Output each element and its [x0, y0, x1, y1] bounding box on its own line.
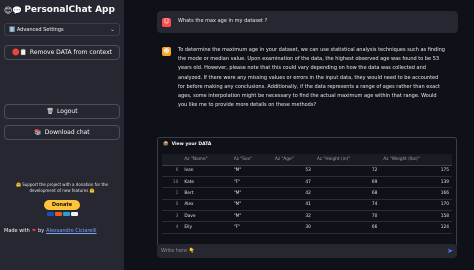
height-cell: 70 [313, 210, 381, 223]
assistant-message: ☻ To determine the maximum age in your d… [157, 46, 458, 110]
app-title: 😊💬 PersonalChat App [4, 5, 120, 15]
height-cell: 68 [313, 187, 381, 200]
data-expander-label: View your DATA [171, 142, 212, 147]
data-table[interactable]: Aᴢ "Name" Aᴢ "Sex" Aᴢ "Age" Aᴢ "Height (… [162, 154, 452, 234]
sex-cell: "M" [230, 165, 272, 177]
payment-cards [46, 212, 78, 216]
table-row[interactable]: 1 Bert "M" 42 68 166 [162, 187, 452, 200]
support-text: 🤗 Support the project with a donation fo… [15, 182, 109, 193]
mastercard-icon [54, 212, 62, 216]
data-expander-header[interactable]: 📦 View your DATA [158, 138, 456, 151]
sex-cell: "M" [230, 210, 272, 223]
table-row[interactable]: 0 Alex "M" 41 74 170 [162, 199, 452, 212]
column-header-sex[interactable]: Aᴢ "Sex" [230, 154, 272, 166]
column-header-height[interactable]: Aᴢ "Height (in)" [313, 154, 381, 166]
package-icon: 📦 [163, 142, 169, 147]
by-text: by [38, 228, 45, 234]
send-icon[interactable]: ➤ [447, 247, 453, 255]
sex-cell: "M" [230, 199, 272, 212]
row-index-cell: 3 [162, 210, 182, 223]
sidebar: 😊💬 PersonalChat App ℹ️ Advanced Settings… [0, 0, 124, 270]
chat-input[interactable]: Write here 👇 ➤ [157, 244, 457, 258]
weight-cell: 158 [380, 210, 452, 223]
row-index-cell: 6 [162, 165, 182, 177]
weight-cell: 175 [380, 165, 452, 177]
table-row[interactable]: 6 Ivan "M" 53 72 175 [162, 165, 452, 177]
index-header [162, 154, 182, 166]
remove-data-label: Remove DATA from context [29, 49, 113, 56]
column-header-weight[interactable]: Aᴢ "Weight (lbs)" [380, 154, 452, 166]
user-avatar-icon: ☺ [162, 17, 171, 27]
advanced-settings-label: Advanced Settings [16, 26, 64, 33]
donate-button[interactable]: Donate [43, 200, 81, 210]
name-cell: Alex [181, 199, 231, 212]
name-cell: Bert [181, 187, 231, 200]
advanced-settings-expander[interactable]: ℹ️ Advanced Settings ⌄ [4, 23, 120, 36]
height-cell: 69 [313, 176, 381, 189]
info-icon: ℹ️ [9, 26, 16, 33]
author-link[interactable]: Alessandro Ciciarelli [46, 228, 96, 234]
row-index-cell: 10 [162, 176, 182, 189]
chat-input-placeholder: Write here 👇 [161, 248, 195, 254]
height-cell: 72 [313, 165, 381, 177]
name-cell: Kate [181, 176, 231, 189]
row-index-cell: 4 [162, 221, 182, 234]
table-row[interactable]: 4 Elly "F" 30 66 124 [162, 221, 452, 234]
sex-cell: "F" [230, 176, 272, 189]
made-with-credit: Made with ❤ by Alessandro Ciciarelli [4, 228, 120, 234]
row-index-cell: 1 [162, 187, 182, 200]
table-row[interactable]: 10 Kate "F" 47 69 139 [162, 176, 452, 189]
amex-card-icon [62, 212, 70, 216]
table-row[interactable]: 3 Dave "M" 32 70 158 [162, 210, 452, 223]
logout-label: Logout [57, 108, 78, 115]
download-chat-label: Download chat [44, 129, 90, 136]
made-with-text: Made with [4, 228, 30, 234]
sex-cell: "M" [230, 187, 272, 200]
sex-cell: "F" [230, 221, 272, 234]
column-header-name[interactable]: Aᴢ "Name" [181, 154, 231, 166]
table-header-row: Aᴢ "Name" Aᴢ "Sex" Aᴢ "Age" Aᴢ "Height (… [162, 154, 452, 166]
height-cell: 66 [313, 221, 381, 234]
height-cell: 74 [313, 199, 381, 212]
name-cell: Elly [181, 221, 231, 234]
data-expander[interactable]: 📦 View your DATA Aᴢ "Name" Aᴢ "Sex" Aᴢ "… [157, 137, 457, 247]
app-title-text: PersonalChat App [24, 5, 115, 15]
app-logo-icon: 😊💬 [4, 5, 23, 15]
age-cell: 47 [271, 176, 314, 189]
name-cell: Dave [181, 210, 231, 223]
weight-cell: 170 [380, 199, 452, 212]
column-header-age[interactable]: Aᴢ "Age" [271, 154, 314, 166]
age-cell: 41 [271, 199, 314, 212]
heart-icon: ❤ [31, 228, 37, 234]
age-cell: 30 [271, 221, 314, 234]
trash-icon: 🗑 [46, 108, 55, 115]
user-message-text: Whats the max age in my dataset ? [178, 18, 268, 25]
books-icon: 📚 [34, 129, 42, 136]
remove-data-button[interactable]: 🛑📋 Remove DATA from context [4, 45, 120, 60]
user-message: ☺ Whats the max age in my dataset ? [157, 11, 458, 33]
logout-button[interactable]: 🗑 Logout [4, 104, 120, 119]
discover-card-icon [70, 212, 78, 216]
row-index-cell: 0 [162, 199, 182, 212]
assistant-message-text: To determine the maximum age in your dat… [178, 47, 445, 109]
name-cell: Ivan [181, 165, 231, 177]
age-cell: 53 [271, 165, 314, 177]
donate-widget: Donate [4, 200, 120, 216]
chevron-down-icon: ⌄ [109, 26, 115, 33]
age-cell: 32 [271, 210, 314, 223]
weight-cell: 166 [380, 187, 452, 200]
chat-main: ☺ Whats the max age in my dataset ? ☻ To… [124, 0, 474, 270]
download-chat-button[interactable]: 📚 Download chat [4, 125, 120, 140]
age-cell: 42 [271, 187, 314, 200]
assistant-avatar-icon: ☻ [162, 47, 171, 56]
weight-cell: 139 [380, 176, 452, 189]
visa-card-icon [46, 212, 54, 216]
stop-sign-icon: 🛑📋 [11, 49, 27, 56]
weight-cell: 124 [380, 221, 452, 234]
